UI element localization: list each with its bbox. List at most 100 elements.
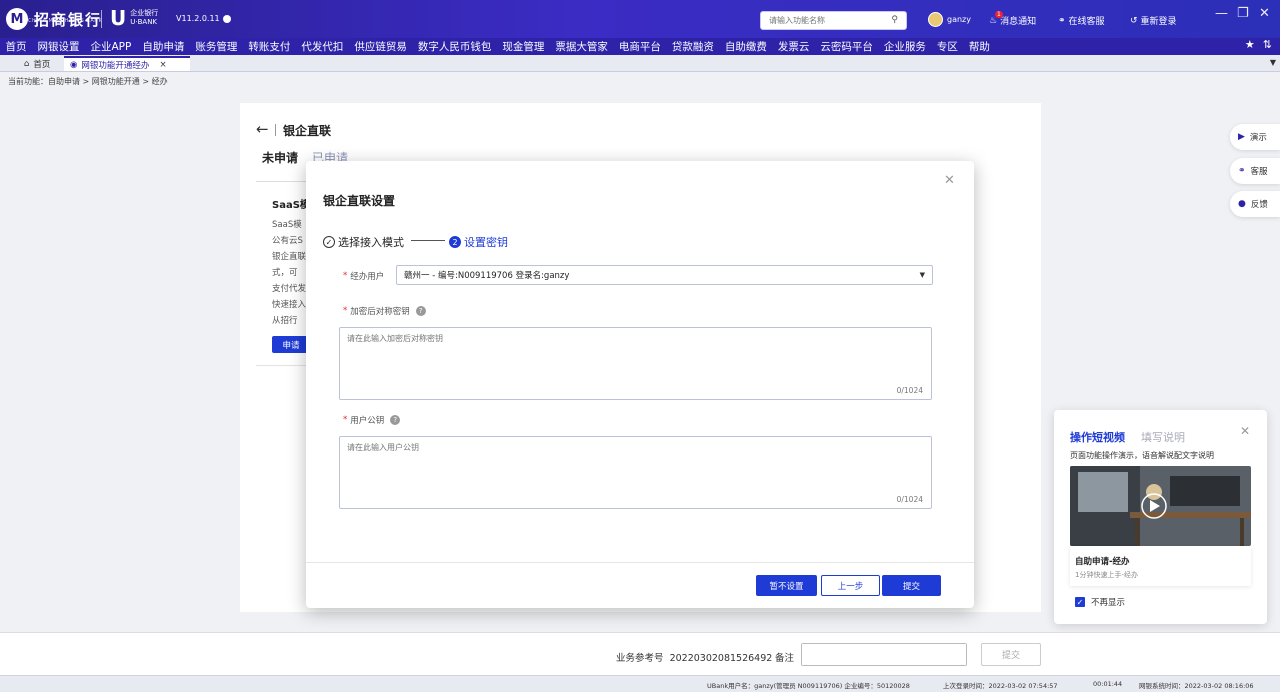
step-connector (411, 240, 445, 241)
ubank-u-icon: U (110, 6, 127, 30)
version-info-icon[interactable] (222, 14, 231, 23)
tab-home[interactable]: ⌂ 首页 (18, 56, 56, 71)
notifications-link[interactable]: ♨ 1 消息通知 (989, 10, 1036, 27)
previous-step-button[interactable]: 上一步 (821, 575, 880, 596)
tab-page-icon: ◉ (70, 59, 78, 70)
service-label: 客服 (1250, 167, 1268, 177)
status-elapsed: 00:01:44 (1093, 680, 1123, 688)
top-header: M 招商银行 CHINA MERCHANTS BANK U 企业银行 U·BAN… (0, 0, 1280, 38)
step-select-mode: ✓ 选择接入模式 (323, 234, 404, 250)
close-icon[interactable]: ✕ (1240, 424, 1250, 438)
main-menu: 首页 网银设置 企业APP 自助申请 账务管理 转账支付 代发代扣 供应链贸易 … (0, 38, 1280, 55)
status-bar: UBank用户名：ganzy(管理员 N009119706) 企业编号：5012… (0, 675, 1280, 692)
sym-key-textarea[interactable] (340, 328, 931, 399)
user-menu[interactable]: ganzy (928, 12, 971, 27)
function-search-input[interactable] (761, 12, 881, 29)
feedback-icon: ● (1238, 199, 1246, 209)
menu-item-enterprise-service[interactable]: 企业服务 (878, 39, 931, 54)
menu-item-transfer[interactable]: 转账支付 (243, 39, 296, 54)
menu-item-home[interactable]: 首页 (0, 39, 32, 54)
dont-show-again-checkbox[interactable]: ✓ 不再显示 (1075, 596, 1125, 608)
bottom-submit-button[interactable]: 提交 (981, 643, 1041, 666)
close-icon[interactable]: ✕ (944, 173, 955, 188)
step2-label: 设置密钥 (464, 236, 508, 249)
tab-list-dropdown-icon[interactable]: ▼ (1270, 58, 1276, 67)
video-item[interactable]: 自助申请-经办 1分钟快速上手-经办 (1070, 546, 1251, 586)
menu-item-self-service[interactable]: 自助申请 (137, 39, 190, 54)
tab-close-icon[interactable]: × (159, 60, 166, 70)
help-icon[interactable]: ? (390, 415, 401, 425)
online-service-label: 在线客服 (1068, 17, 1105, 27)
operator-select[interactable]: 赣州一 - 编号:N009119706 登录名:ganzy ▼ (396, 265, 933, 285)
ubank-logo: U 企业银行 U·BANK (110, 8, 158, 28)
skip-setting-button[interactable]: 暂不设置 (756, 575, 817, 596)
public-key-textarea[interactable] (340, 437, 931, 508)
menu-item-accounts[interactable]: 账务管理 (190, 39, 243, 54)
minimize-icon[interactable]: — (1215, 6, 1228, 21)
feedback-label: 反馈 (1250, 200, 1268, 210)
cmb-logo-icon: M (6, 8, 28, 30)
page-title: 银企直联 (283, 124, 332, 138)
video-item-subtitle: 1分钟快速上手-经办 (1075, 571, 1138, 579)
service-tool[interactable]: ⚭ 客服 (1230, 158, 1280, 184)
close-window-icon[interactable]: ✕ (1259, 6, 1270, 21)
dialog-title: 银企直联设置 (323, 194, 396, 208)
function-search[interactable]: ⚲ (760, 11, 907, 30)
tab-short-videos[interactable]: 操作短视频 (1070, 429, 1125, 445)
relogin-icon: ↺ (1130, 15, 1138, 26)
step2-number: 2 (449, 236, 461, 248)
user-name: ganzy (947, 15, 971, 24)
operator-selected-value: 赣州一 - 编号:N009119706 登录名:ganzy (404, 271, 570, 281)
back-arrow-icon[interactable]: ← (256, 120, 269, 138)
submit-button[interactable]: 提交 (882, 575, 941, 596)
menu-item-enterprise-app[interactable]: 企业APP (85, 39, 137, 54)
char-counter: 0/1024 (896, 386, 923, 395)
menu-item-zone[interactable]: 专区 (931, 39, 963, 54)
menu-item-invoice-cloud[interactable]: 发票云 (772, 39, 815, 54)
search-icon[interactable]: ⚲ (891, 15, 898, 25)
menu-collapse-icon[interactable]: ⇅ (1263, 38, 1272, 51)
video-panel-description: 页面功能操作演示，语音解说配文字说明 (1070, 451, 1214, 460)
bell-icon: ♨ 1 (989, 10, 1003, 26)
demo-tool[interactable]: ▶ 演示 (1230, 124, 1280, 150)
menu-item-loans[interactable]: 贷款融资 (666, 39, 719, 54)
relogin-link[interactable]: ↺ 重新登录 (1130, 14, 1177, 28)
checkbox-checked-icon[interactable]: ✓ (1075, 597, 1085, 607)
apply-button[interactable]: 申请 (272, 336, 310, 353)
help-icon[interactable]: ? (415, 306, 426, 316)
tab-fill-instructions[interactable]: 填写说明 (1141, 429, 1185, 445)
version-info[interactable]: V11.2.0.11 (176, 14, 231, 23)
video-thumbnail[interactable] (1070, 466, 1251, 546)
step-set-keys: 2 设置密钥 (449, 234, 508, 250)
avatar[interactable] (928, 12, 943, 27)
operator-field-label: * 经办用户 (343, 271, 385, 282)
menu-item-bills[interactable]: 票据大管家 (550, 39, 614, 54)
saas-card-title: SaaS模 (272, 200, 310, 211)
menu-item-cloud-password[interactable]: 云密码平台 (815, 39, 879, 54)
page-tabs: ⌂ 首页 ◉ 网银功能开通经办 × ▼ (0, 55, 1280, 72)
business-ref-value: 20220302081526492 (669, 653, 773, 664)
feedback-tool[interactable]: ● 反馈 (1230, 191, 1280, 217)
menu-item-help[interactable]: 帮助 (963, 39, 995, 54)
remark-label: 备注 (775, 653, 795, 664)
favorite-star-icon[interactable]: ★ (1245, 38, 1255, 51)
menu-item-digital-rmb[interactable]: 数字人民币钱包 (412, 39, 497, 54)
tab-not-applied[interactable]: 未申请 (262, 149, 298, 166)
menu-item-supply-chain[interactable]: 供应链贸易 (349, 39, 413, 54)
menu-item-ebank-settings[interactable]: 网银设置 (32, 39, 85, 54)
menu-item-cash-management[interactable]: 现金管理 (497, 39, 550, 54)
menu-item-payments[interactable]: 自助缴费 (719, 39, 772, 54)
demo-label: 演示 (1249, 133, 1267, 143)
restore-icon[interactable]: ❐ (1237, 6, 1249, 21)
status-user-info: UBank用户名：ganzy(管理员 N009119706) 企业编号：5012… (707, 682, 910, 690)
public-key-textarea-wrap: 0/1024 (339, 436, 932, 509)
headset-icon: ⚭ (1058, 15, 1066, 26)
online-service-link[interactable]: ⚭ 在线客服 (1058, 14, 1105, 28)
menu-item-ecommerce[interactable]: 电商平台 (613, 39, 666, 54)
tab-ebank-activation[interactable]: ◉ 网银功能开通经办 × (64, 56, 190, 71)
menu-item-payroll[interactable]: 代发代扣 (296, 39, 349, 54)
business-ref: 业务参考号 20220302081526492 (616, 650, 772, 664)
required-mark: * (343, 306, 348, 316)
bank-english-name: CHINA MERCHANTS BANK (28, 18, 103, 24)
remark-input[interactable] (802, 644, 966, 665)
